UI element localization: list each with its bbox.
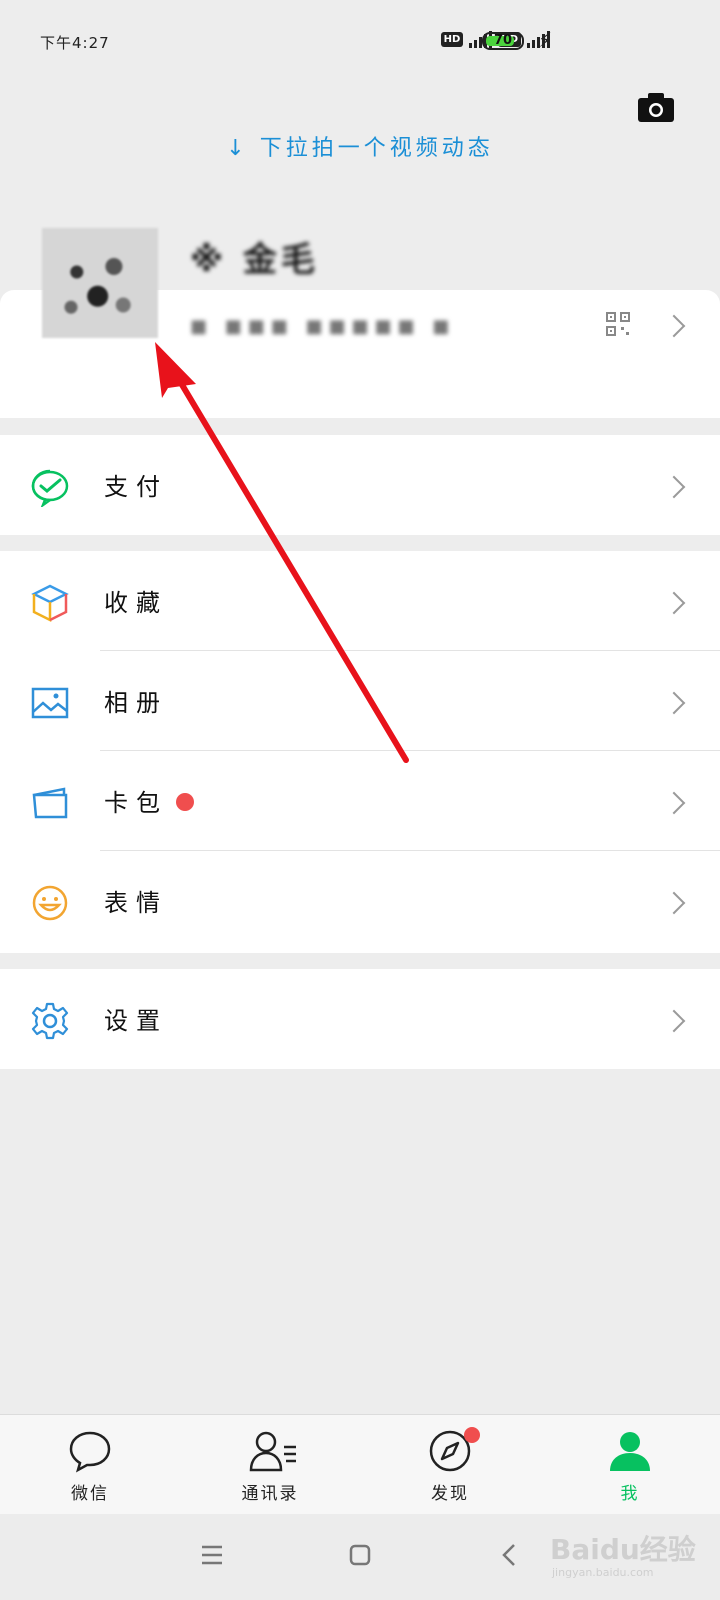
nickname: ※ 金毛 <box>190 240 319 280</box>
menu-item-cards[interactable]: 卡包 <box>0 751 720 851</box>
tab-me[interactable]: 我 <box>540 1415 720 1515</box>
tab-label: 发现 <box>431 1484 469 1504</box>
charging-icon: ⚡ <box>537 28 552 52</box>
favorites-cube-icon <box>31 584 69 623</box>
settings-gear-icon <box>31 1002 69 1040</box>
chevron-right-icon <box>662 475 686 499</box>
tab-contacts[interactable]: 通讯录 <box>180 1415 360 1515</box>
album-icon <box>31 687 69 719</box>
menu-item-album[interactable]: 相册 <box>0 651 720 751</box>
menu-group-settings: 设置 <box>0 969 720 1069</box>
menu-group-main: 收藏 相册 卡包 表情 <box>0 551 720 953</box>
menu-item-pay[interactable]: 支付 <box>0 435 720 535</box>
tab-chats[interactable]: 微信 <box>0 1415 180 1515</box>
pay-icon <box>31 469 69 507</box>
back-icon[interactable] <box>500 1542 518 1568</box>
chevron-right-icon <box>662 891 686 915</box>
pull-down-hint[interactable]: ↓ 下拉拍一个视频动态 <box>0 130 720 162</box>
contacts-icon <box>249 1431 296 1472</box>
chevron-right-icon <box>662 691 686 715</box>
notification-dot <box>464 1427 480 1443</box>
watermark-logo: Baidu经验 <box>550 1533 696 1566</box>
tab-label: 我 <box>620 1484 640 1504</box>
wechat-id: ■ ■■■ ■■■■■ ■ <box>190 316 456 337</box>
tab-label: 通讯录 <box>241 1484 299 1504</box>
battery-level: 70 <box>493 33 513 48</box>
avatar[interactable] <box>42 228 158 338</box>
menu-group-pay: 支付 <box>0 435 720 535</box>
sticker-smiley-icon <box>32 885 68 921</box>
home-icon[interactable] <box>348 1543 372 1567</box>
status-time: 下午4:27 <box>40 34 110 52</box>
bottom-tab-bar: 微信 通讯录 发现 我 <box>0 1414 720 1515</box>
tab-discover[interactable]: 发现 <box>360 1415 540 1515</box>
menu-item-settings[interactable]: 设置 <box>0 969 720 1069</box>
card-wallet-icon <box>32 787 68 819</box>
notification-dot <box>176 793 194 811</box>
menu-label-stickers: 表情 <box>104 889 168 917</box>
menu-label-settings: 设置 <box>104 1007 168 1035</box>
menu-item-stickers[interactable]: 表情 <box>0 851 720 951</box>
qr-code-icon[interactable] <box>606 312 630 336</box>
hd-badge: HD <box>440 31 464 47</box>
watermark-url: jingyan.baidu.com <box>552 1566 654 1579</box>
menu-label-album: 相册 <box>104 689 168 717</box>
menu-item-favorites[interactable]: 收藏 <box>0 551 720 651</box>
chevron-right-icon <box>662 591 686 615</box>
chevron-right-icon <box>662 791 686 815</box>
menu-icon[interactable] <box>200 1544 224 1566</box>
tab-label: 微信 <box>71 1484 109 1504</box>
menu-label-cards: 卡包 <box>104 789 168 817</box>
chevron-right-icon <box>662 1009 686 1033</box>
menu-label-favorites: 收藏 <box>104 589 168 617</box>
menu-label-pay: 支付 <box>104 473 168 501</box>
person-icon <box>610 1432 650 1471</box>
chat-bubble-icon <box>69 1431 111 1473</box>
battery-icon: 70 <box>482 32 524 50</box>
camera-icon[interactable] <box>636 90 676 124</box>
